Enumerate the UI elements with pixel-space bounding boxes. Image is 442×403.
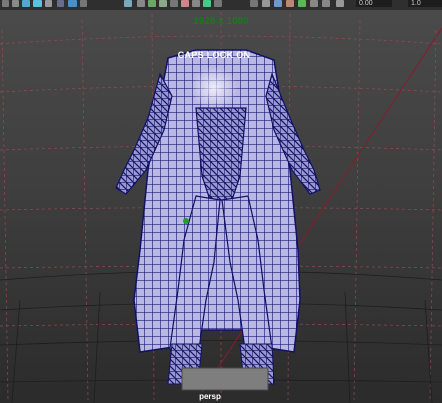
camera-name-label: persp: [199, 392, 221, 401]
scene-canvas: [0, 12, 442, 403]
ground-plane: [181, 367, 269, 391]
caps-lock-label: CAPS LOCK ON: [177, 50, 251, 60]
resolution-gate-label: 1920 x 1080: [193, 16, 249, 27]
viewport-persp[interactable]: 0.00 1.0 1920 x 1080 CAPS LOCK ON persp: [0, 0, 442, 403]
